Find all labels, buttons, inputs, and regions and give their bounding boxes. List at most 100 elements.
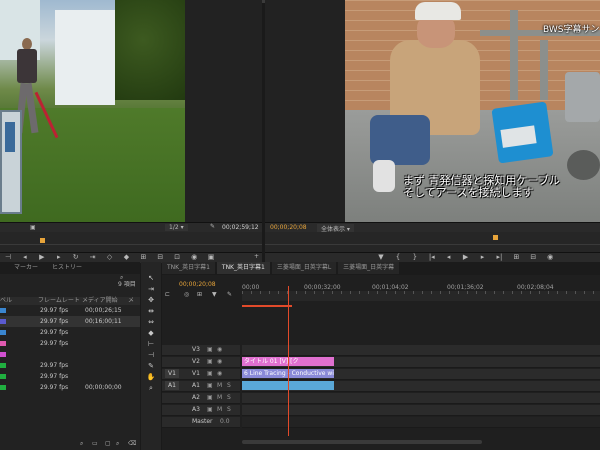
find-icon[interactable]: ⌕ [116, 440, 119, 448]
mute-icon[interactable]: M [217, 394, 222, 401]
lock-icon[interactable]: ▣ [207, 358, 213, 365]
program-playhead-marker[interactable] [493, 235, 498, 240]
col-label[interactable]: ベル [0, 297, 12, 305]
col-media-start[interactable]: メディア開始 [82, 297, 118, 305]
insert-icon[interactable]: ⊞ [137, 253, 149, 261]
project-item-row[interactable]: 29.97 fps 00;00;26;15 [0, 305, 140, 316]
project-item-row[interactable]: 29.97 fps [0, 371, 140, 382]
project-item-row[interactable]: 29.97 fps 00;00;00;00 [0, 382, 140, 393]
eye-icon[interactable]: ◉ [217, 346, 222, 353]
export-frame-icon[interactable]: ◉ [188, 253, 200, 261]
go-in-icon[interactable]: |◂ [426, 253, 438, 261]
add-marker-icon[interactable]: ⊞ [197, 291, 202, 298]
add-button-icon[interactable]: + [254, 253, 259, 260]
rolling-edit-tool-icon[interactable]: ⇹ [145, 307, 157, 316]
go-out-icon[interactable]: ▸| [493, 253, 505, 261]
master-volume[interactable]: 0.0 [220, 418, 230, 425]
zoom-tool-icon[interactable]: ⌕ [145, 384, 157, 393]
go-to-out-icon[interactable]: ⇥ [87, 253, 99, 261]
track-lane-a1[interactable] [242, 381, 600, 392]
sequence-tab[interactable]: TNK_英日字幕1 [216, 262, 270, 274]
loop-icon[interactable]: ↻ [70, 253, 82, 261]
rate-stretch-tool-icon[interactable]: ⇔ [145, 318, 157, 327]
track-lane-a2[interactable] [242, 393, 600, 404]
solo-icon[interactable]: S [227, 394, 231, 401]
track-select-tool-icon[interactable]: ⇥ [145, 285, 157, 294]
settings-wrench-icon[interactable]: ✎ [227, 291, 232, 298]
ripple-edit-tool-icon[interactable]: ✥ [145, 296, 157, 305]
mute-icon[interactable]: M [217, 406, 222, 413]
work-area-bar[interactable] [242, 305, 292, 307]
tab-history[interactable]: ヒストリー [46, 262, 88, 273]
play2-icon[interactable]: ▶ [460, 253, 472, 261]
eye-icon[interactable]: ◉ [217, 358, 222, 365]
step-back2-icon[interactable]: ◂ [443, 253, 455, 261]
selection-tool-icon[interactable]: ↖ [145, 274, 157, 283]
track-header-a1[interactable]: A1 A1 ▣ M S [162, 381, 240, 392]
project-item-row[interactable]: 29.97 fps [0, 338, 140, 349]
track-header-a2[interactable]: A2 ▣ M S [162, 393, 240, 404]
track-lane-v2[interactable]: タイトル 01 [V] [ク [242, 357, 600, 368]
timeline-playhead[interactable] [288, 286, 289, 436]
bin-icon[interactable]: ▭ [92, 440, 98, 447]
track-header-v3[interactable]: V3 ▣ ◉ [162, 345, 240, 356]
shuttle-icon[interactable]: ◇ [104, 253, 116, 261]
lock-icon[interactable]: ▣ [207, 394, 213, 401]
marker2-icon[interactable]: ▼ [212, 291, 217, 298]
project-item-row[interactable] [0, 349, 140, 360]
hand-tool-icon[interactable]: ✋ [145, 373, 157, 382]
track-header-master[interactable]: Master 0.0 [162, 417, 240, 428]
program-time-ruler[interactable] [265, 232, 600, 252]
project-item-row[interactable]: 29.97 fps [0, 327, 140, 338]
step-back-icon[interactable]: ◂ [19, 253, 31, 261]
track-lane-a3[interactable] [242, 405, 600, 416]
col-frame-rate[interactable]: フレームレート [38, 297, 80, 305]
solo-icon[interactable]: S [227, 382, 231, 389]
overwrite-icon[interactable]: ⊟ [154, 253, 166, 261]
track-lane-v1[interactable]: 6 Line Tracing - Conductive wire ( [242, 369, 600, 380]
track-lane-master[interactable] [242, 417, 600, 428]
slip-tool-icon[interactable]: ⊢ [145, 340, 157, 349]
shuttle2-icon[interactable]: ◆ [120, 253, 132, 261]
track-header-v2[interactable]: V2 ▣ ◉ [162, 357, 240, 368]
wrench-icon[interactable]: ✎ [210, 223, 215, 230]
step-forward-icon[interactable]: ▸ [53, 253, 65, 261]
lock-icon[interactable]: ▣ [207, 370, 213, 377]
sequence-tab[interactable]: 三菱場面_日英字幕L [271, 262, 337, 274]
zoom-slider-icon[interactable]: ⌕ [80, 440, 83, 448]
export-frame2-icon[interactable]: ◉ [544, 253, 556, 261]
camera-icon[interactable]: ▣ [205, 253, 217, 261]
linked-selection-icon[interactable]: ◎ [184, 291, 189, 298]
snap-icon[interactable]: ⊏ [165, 291, 170, 298]
step-forward2-icon[interactable]: ▸ [477, 253, 489, 261]
sequence-tab[interactable]: 三菱場面_日英字幕 [338, 262, 400, 274]
extract-icon[interactable]: ⊟ [527, 253, 539, 261]
lock-icon[interactable]: ▣ [207, 382, 213, 389]
lock-icon[interactable]: ▣ [207, 346, 213, 353]
marker-icon[interactable]: ▼ [375, 253, 387, 261]
project-item-row[interactable]: 29.97 fps 00;16;00;11 [0, 316, 140, 327]
mark-in-icon[interactable]: ⊣ [2, 253, 14, 261]
source-playhead-marker[interactable] [40, 238, 45, 243]
project-item-row[interactable]: 29.97 fps [0, 360, 140, 371]
solo-icon[interactable]: S [227, 406, 231, 413]
col-media-end[interactable]: メ [128, 297, 134, 305]
source-patch[interactable]: V1 [165, 369, 179, 378]
trash-icon[interactable]: ⌫ [128, 440, 136, 447]
play-icon[interactable]: ▶ [36, 253, 48, 261]
eye-icon[interactable]: ◉ [217, 370, 222, 377]
track-header-v1[interactable]: V1 V1 ▣ ◉ [162, 369, 240, 380]
lift-icon[interactable]: ⊞ [510, 253, 522, 261]
slide-tool-icon[interactable]: ⊣ [145, 351, 157, 360]
source-patch[interactable]: A1 [165, 381, 179, 390]
mark-in2-icon[interactable]: { [392, 253, 404, 261]
sequence-tab[interactable]: TNK_英日字幕1 [162, 262, 215, 274]
razor-tool-icon[interactable]: ◆ [145, 329, 157, 338]
source-time-ruler[interactable] [0, 232, 262, 252]
new-item-icon[interactable]: ▢ [105, 440, 111, 447]
source-zoom-select[interactable]: 1/2 ▾ [165, 224, 188, 231]
source-clip-icon[interactable]: ▣ [30, 224, 36, 231]
track-header-a3[interactable]: A3 ▣ M S [162, 405, 240, 416]
mark-out2-icon[interactable]: } [409, 253, 421, 261]
tab-markers[interactable]: マーカー [8, 262, 44, 273]
